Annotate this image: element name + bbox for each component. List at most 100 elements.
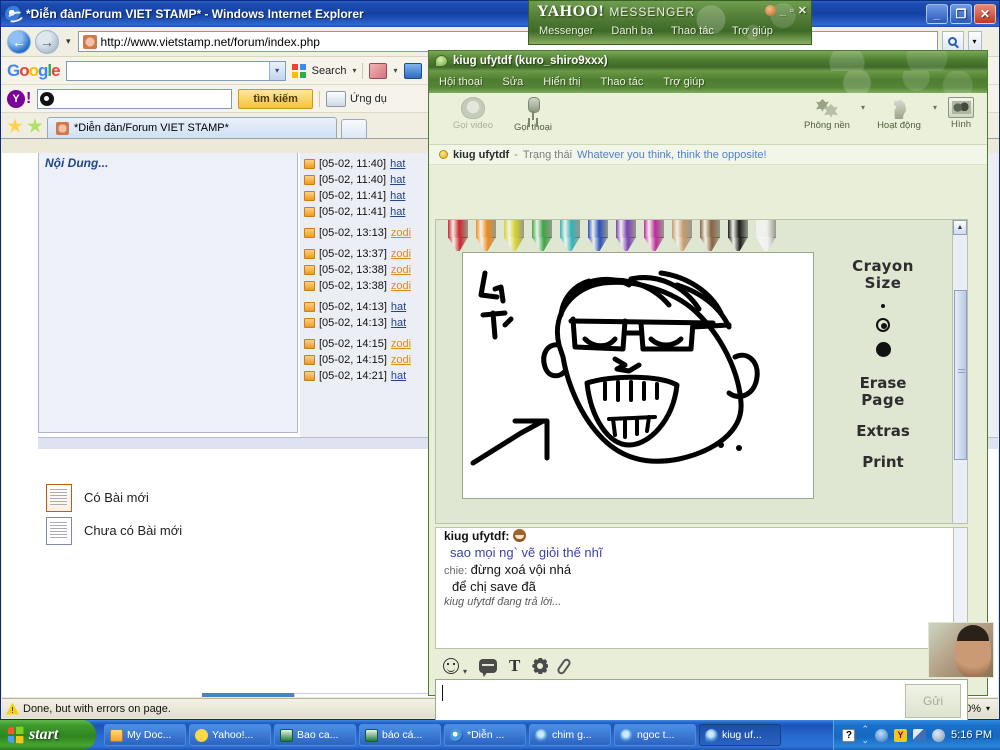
ym-minimize-button[interactable]: _ [780,5,786,17]
imvironment-caret-icon[interactable]: ▾ [861,103,865,112]
taskbar-button[interactable]: ngoc t... [614,724,696,746]
activity-label: Hoạt động [877,120,921,131]
google-bookmark-icon[interactable] [403,62,422,79]
send-button[interactable]: Gửi [905,684,961,718]
ym-status-orb-icon[interactable] [764,5,776,16]
shoutbox-username-link[interactable]: zodi [391,227,411,239]
chat-status-line: kiug ufytdf - Trạng thái Whatever you th… [429,145,987,165]
shoutbox-username-link[interactable]: hat [390,190,405,202]
taskbar-button-label: *Diễn ... [467,729,505,741]
warning-icon[interactable]: ! [6,702,19,715]
video-call-button[interactable]: Gọi video [443,97,503,131]
shoutbox-username-link[interactable]: hat [390,174,405,186]
shield-icon[interactable] [875,728,889,742]
shoutbox-username-link[interactable]: hat [391,317,406,329]
start-button[interactable]: start [0,720,96,750]
buzz-bubble-icon[interactable] [479,659,498,673]
new-tab-button[interactable] [341,119,367,138]
smiley-icon[interactable] [443,658,459,674]
taskbar-button[interactable]: chim g... [529,724,611,746]
shoutbox-username-link[interactable]: zodi [391,264,411,276]
chevron-icon[interactable]: ⌃ ⌄ [861,724,869,746]
font-T-icon[interactable]: T [509,657,520,674]
paperclip-icon[interactable] [556,656,573,676]
chat-menu-item-3[interactable]: Thao tác [601,76,644,88]
google-search-input[interactable]: ▾ [65,60,286,81]
chat-menu-item-1[interactable]: Sửa [502,76,523,88]
yahoo-apps-button[interactable]: Ứng dụ [325,90,387,107]
google-search-label[interactable]: Search [312,65,347,77]
yahoo-tray-icon[interactable]: Y [894,728,908,742]
google-search-dropdown-icon[interactable]: ▾ [268,61,285,80]
crayon-swatch-11[interactable] [750,220,782,252]
address-url-text: http://www.vietstamp.net/forum/index.php [100,34,320,49]
crayon-size-small-option[interactable] [881,304,885,308]
back-button[interactable]: ← [7,29,31,54]
ym-maximize-button[interactable]: ▫ [790,5,794,17]
google-highlight-caret-icon[interactable]: ▾ [393,66,397,75]
maximize-button[interactable]: ❐ [950,4,972,24]
ym-menu-item-3[interactable]: Trợ giúp [732,25,773,37]
scroll-thumb[interactable] [954,290,967,460]
google-highlight-icon[interactable] [369,62,388,79]
chat-menu-item-0[interactable]: Hội thoại [439,76,482,88]
forward-button[interactable]: → [35,29,59,54]
scroll-up-button[interactable]: ▲ [953,220,967,235]
shoutbox-username-link[interactable]: hat [390,158,405,170]
shoutbox-username-link[interactable]: zodi [391,248,411,260]
taskbar-button[interactable]: kiug uf... [699,724,781,746]
shoutbox-username-link[interactable]: hat [391,370,406,382]
imvironment-scrollbar[interactable]: ▲ [952,220,967,523]
search-go-button[interactable] [941,31,964,52]
activity-caret-icon[interactable]: ▾ [933,103,937,112]
activity-button[interactable]: Hoạt động [869,97,929,131]
shoutbox-username-link[interactable]: hat [391,301,406,313]
imvironment-button[interactable]: Phông nền [797,97,857,131]
ym-menu-item-2[interactable]: Thao tác [671,25,714,37]
taskbar-button[interactable]: báo cá... [359,724,441,746]
shoutbox-username-link[interactable]: zodi [391,354,411,366]
shoutbox-username-link[interactable]: zodi [391,338,411,350]
crayon-color-palette[interactable] [442,220,778,252]
network-icon[interactable] [913,728,927,742]
extras-button[interactable]: Extras [828,423,938,440]
chat-input-field[interactable]: Gửi [435,679,968,723]
taskbar-clock[interactable]: 5:16 PM [951,729,992,741]
security-icon[interactable] [932,728,946,742]
photo-button[interactable]: Hình [941,97,981,130]
history-dropdown-icon[interactable]: ▾ [63,36,74,47]
minimize-button[interactable]: _ [926,4,948,24]
gear-icon[interactable] [532,658,549,674]
taskbar-button[interactable]: Bao ca... [274,724,356,746]
chat-menu-item-4[interactable]: Trợ giúp [663,76,704,88]
shoutbox-username-link[interactable]: zodi [391,280,411,292]
close-button[interactable]: ✕ [974,4,996,24]
ym-menu-item-0[interactable]: Messenger [539,25,593,37]
chat-menu-item-2[interactable]: Hiển thị [543,76,580,88]
print-button[interactable]: Print [828,454,938,471]
google-search-caret-icon[interactable]: ▾ [352,66,356,75]
crayon-size-large-option[interactable] [875,342,891,357]
yahoo-search-input[interactable] [37,88,233,109]
zoom-caret-icon[interactable]: ▾ [986,704,990,713]
taskbar-button[interactable]: *Diễn ... [444,724,526,746]
favorites-star-icon[interactable] [7,118,23,133]
voice-call-button[interactable]: Gọi thoại [503,97,563,133]
yahoo-search-button[interactable]: tìm kiếm [238,88,313,109]
ym-close-button[interactable]: ✕ [798,4,807,17]
yahoo-search-icon [40,91,55,106]
help-icon[interactable]: ? [842,728,856,742]
doodle-canvas[interactable] [462,252,814,499]
erase-page-label-2[interactable]: Page [828,392,938,409]
erase-page-label-1[interactable]: Erase [828,375,938,392]
taskbar-button[interactable]: My Doc... [104,724,186,746]
add-favorite-icon[interactable] [27,118,43,133]
crayon-size-medium-option-selected[interactable] [876,318,890,332]
shoutbox-username-link[interactable]: hat [390,206,405,218]
messenger-icon [620,728,633,742]
ym-menu-item-1[interactable]: Danh bạ [611,25,653,37]
taskbar-button[interactable]: Yahoo!... [189,724,271,746]
smiley-caret-icon[interactable]: ▾ [463,667,467,679]
tab-vietstamp-forum[interactable]: *Diễn đàn/Forum VIET STAMP* [47,117,337,138]
search-provider-dropdown[interactable]: ▾ [967,31,982,52]
